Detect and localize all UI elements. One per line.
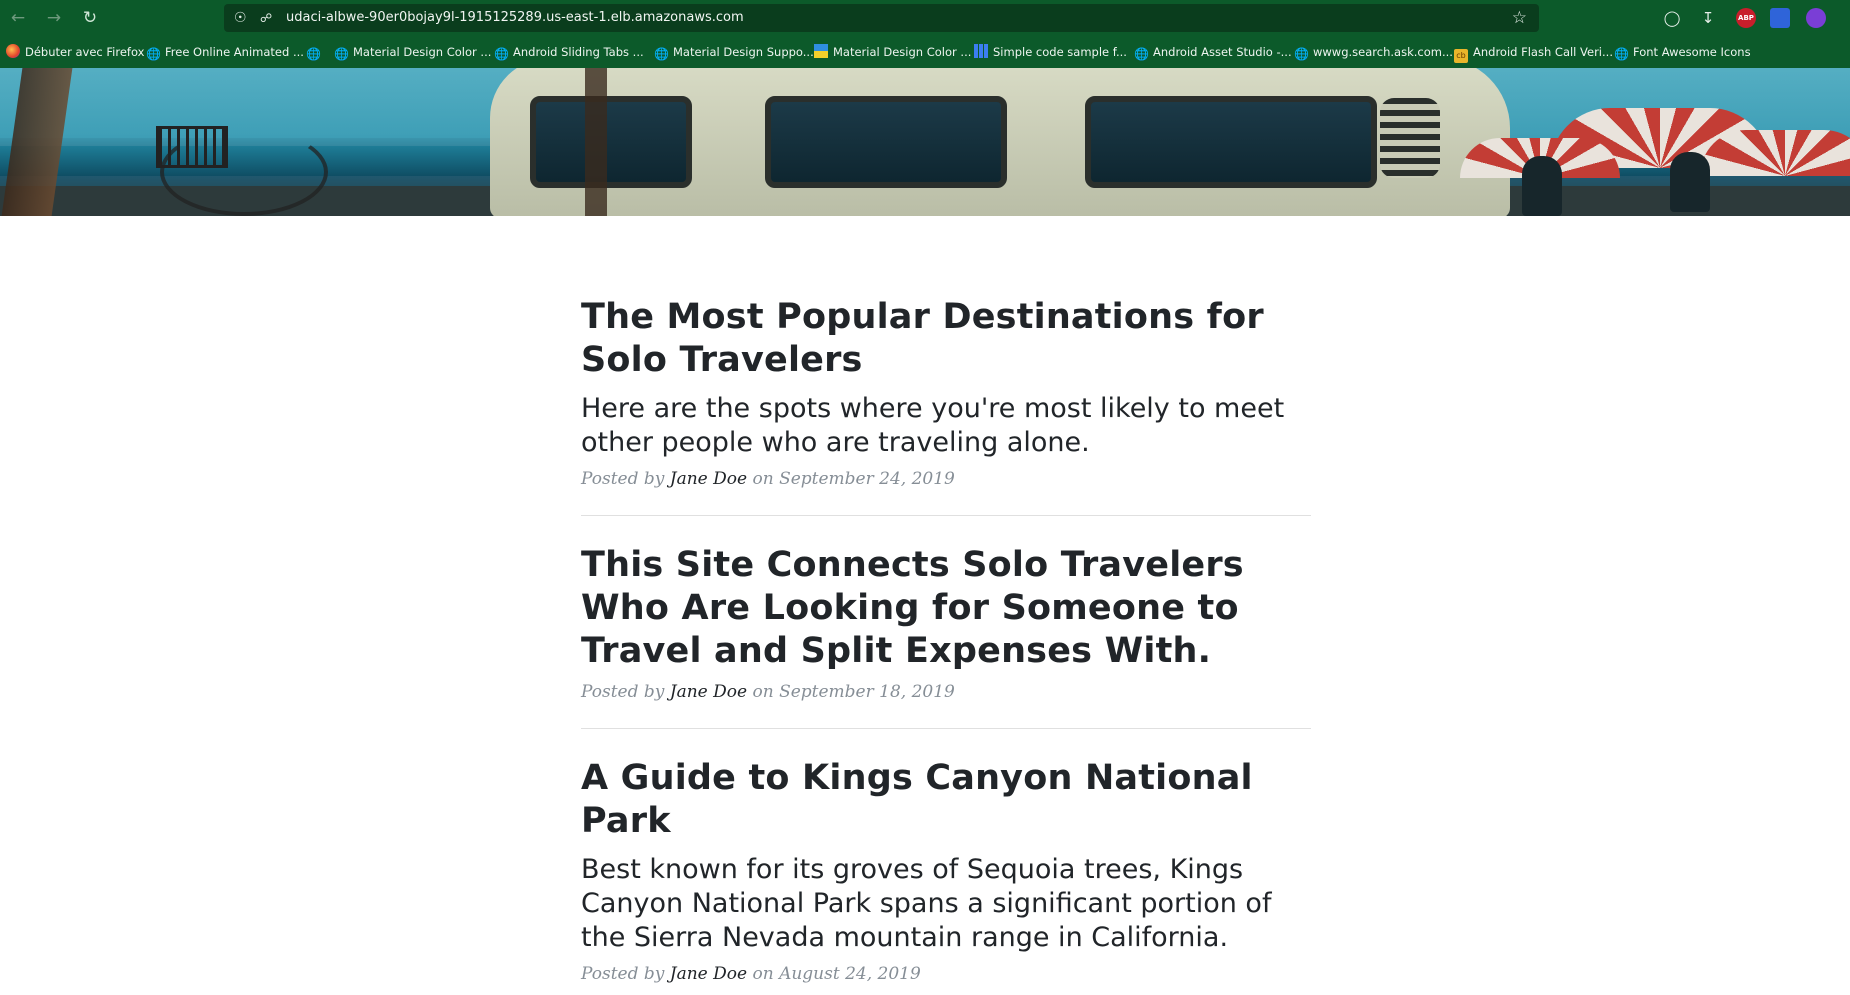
banner-van-rack: [600, 68, 1340, 77]
banner-bicycle: [160, 128, 328, 216]
post-preview: A Guide to Kings Canyon National Park Be…: [581, 729, 1311, 985]
post-date: September 18, 2019: [779, 682, 955, 702]
tracking-shield-icon[interactable]: ☉: [234, 10, 248, 26]
banner-van-window: [530, 96, 692, 188]
address-bar[interactable]: ☉ ☍ udaci-albwe-90er0bojay9l-1915125289.…: [224, 4, 1539, 32]
post-title[interactable]: This Site Connects Solo Travelers Who Ar…: [581, 544, 1311, 673]
globe-icon: 🌐: [654, 47, 669, 61]
bookmark-item[interactable]: 🌐 Font Awesome Icons: [1614, 43, 1751, 61]
bookmark-item[interactable]: Simple code sample f...: [974, 43, 1127, 61]
bookmark-item[interactable]: Material Design Color ...: [814, 43, 971, 61]
material-icon: [814, 44, 828, 58]
banner-van-window: [1085, 96, 1377, 188]
post-title[interactable]: The Most Popular Destinations for Solo T…: [581, 296, 1311, 382]
reload-icon[interactable]: ↻: [78, 6, 102, 30]
star-icon[interactable]: ☆: [1512, 8, 1527, 28]
post-meta: Posted by Jane Doe on September 24, 2019: [581, 469, 955, 489]
author-link[interactable]: Jane Doe: [670, 964, 747, 984]
globe-icon: 🌐: [1294, 47, 1309, 61]
bookmarks-bar: Débuter avec Firefox 🌐 Free Online Animat…: [0, 36, 1850, 68]
forward-arrow-icon[interactable]: →: [42, 6, 66, 30]
post-subtitle[interactable]: Best known for its groves of Sequoia tre…: [581, 853, 1311, 955]
bookmark-item[interactable]: 🌐 Free Online Animated ...: [146, 43, 304, 61]
post-subtitle[interactable]: Here are the spots where you're most lik…: [581, 392, 1311, 460]
globe-icon: 🌐: [1614, 47, 1629, 61]
bookmark-item[interactable]: 🌐 Android Asset Studio -...: [1134, 43, 1292, 61]
bookmark-item[interactable]: 🌐 Material Design Suppo...: [654, 43, 814, 61]
flash-icon: cb: [1454, 49, 1468, 63]
bookmark-item[interactable]: 🌐 Material Design Color ...: [334, 43, 491, 61]
download-icon[interactable]: ↧: [1698, 8, 1718, 28]
post-link[interactable]: This Site Connects Solo Travelers Who Ar…: [581, 544, 1311, 673]
header-banner-image: [0, 68, 1850, 216]
adblock-plus-icon[interactable]: ABP: [1736, 8, 1756, 28]
globe-icon: 🌐: [334, 47, 349, 61]
post-title[interactable]: A Guide to Kings Canyon National Park: [581, 757, 1311, 843]
post-link[interactable]: A Guide to Kings Canyon National Park Be…: [581, 757, 1311, 955]
banner-van-window: [765, 96, 1007, 188]
post-meta: Posted by Jane Doe on August 24, 2019: [581, 964, 921, 984]
banner-palm-trunk: [585, 68, 607, 216]
back-arrow-icon[interactable]: ←: [6, 6, 30, 30]
banner-person: [1522, 156, 1562, 216]
extension-icon[interactable]: [1806, 8, 1826, 28]
post-link[interactable]: The Most Popular Destinations for Solo T…: [581, 296, 1311, 460]
globe-icon: 🌐: [306, 47, 321, 61]
pocket-icon[interactable]: ◯: [1662, 8, 1682, 28]
post-list: The Most Popular Destinations for Solo T…: [581, 216, 1311, 985]
globe-icon: 🌐: [146, 47, 161, 61]
extension-icon[interactable]: [1770, 8, 1790, 28]
bookmark-item[interactable]: 🌐 Android Sliding Tabs ...: [494, 43, 644, 61]
author-link[interactable]: Jane Doe: [670, 682, 747, 702]
post-meta: Posted by Jane Doe on September 18, 2019: [581, 682, 955, 702]
post-date: September 24, 2019: [779, 469, 955, 489]
banner-umbrella: [1700, 130, 1850, 176]
banner-van-vent: [1380, 98, 1440, 178]
browser-toolbar: ← → ↻ ☉ ☍ udaci-albwe-90er0bojay9l-19151…: [0, 0, 1850, 36]
author-link[interactable]: Jane Doe: [670, 469, 747, 489]
bookmark-item[interactable]: cb Android Flash Call Veri...: [1454, 43, 1613, 63]
post-preview: The Most Popular Destinations for Solo T…: [581, 216, 1311, 490]
globe-icon: 🌐: [1134, 47, 1149, 61]
firefox-icon: [6, 44, 20, 58]
post-date: August 24, 2019: [779, 964, 921, 984]
bookmark-item[interactable]: Débuter avec Firefox: [6, 43, 144, 61]
bookmark-item[interactable]: 🌐: [306, 43, 325, 61]
banner-van: [490, 68, 1510, 216]
post-preview: This Site Connects Solo Travelers Who Ar…: [581, 516, 1311, 703]
globe-icon: 🌐: [494, 47, 509, 61]
url-text[interactable]: udaci-albwe-90er0bojay9l-1915125289.us-e…: [286, 9, 744, 27]
bookmark-item[interactable]: 🌐 wwwg.search.ask.com...: [1294, 43, 1453, 61]
banner-person: [1670, 152, 1710, 212]
grid-icon: [974, 44, 988, 58]
lock-icon[interactable]: ☍: [260, 10, 272, 26]
